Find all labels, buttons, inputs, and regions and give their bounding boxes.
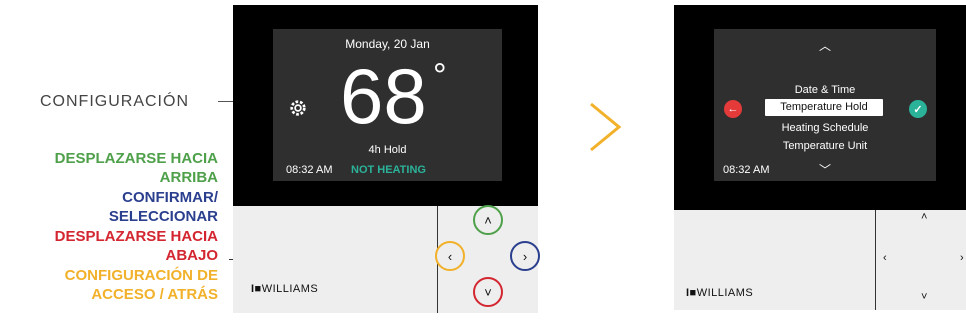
hold-text: 4h Hold xyxy=(368,144,407,156)
up-button[interactable]: ˄ xyxy=(473,205,503,235)
menu-item-date-time[interactable]: Date & Time xyxy=(714,84,936,96)
menu-item-heating-schedule[interactable]: Heating Schedule xyxy=(714,122,936,134)
home-screen: Monday, 20 Jan 68 ° 4h Hold 08:32 AM NOT… xyxy=(273,29,502,181)
brand-logo-2: I■WILLIAMS xyxy=(686,287,754,299)
brand-logo: I■WILLIAMS xyxy=(251,283,319,295)
confirm-icon[interactable]: ✓ xyxy=(909,100,927,118)
up-arrow-icon[interactable]: ˄ xyxy=(921,211,927,223)
temperature-value: 68 xyxy=(340,52,427,140)
right-button[interactable]: › xyxy=(510,241,540,271)
chevron-left-icon: ‹ xyxy=(447,248,453,264)
clock-time: 08:32 AM xyxy=(286,164,333,176)
right-arrow-icon[interactable]: › xyxy=(960,252,964,264)
down-arrow-icon[interactable]: ˅ xyxy=(921,291,927,303)
menu-item-temperature-hold-selected[interactable]: Temperature Hold xyxy=(765,99,883,116)
access-settings-annotation: CONFIGURACIÓN DE ACCESO / ATRÁS xyxy=(64,267,218,303)
degree-symbol: ° xyxy=(433,57,447,95)
scroll-up-annotation: DESPLAZARSE HACIA ARRIBA xyxy=(54,150,218,186)
gear-icon[interactable] xyxy=(289,99,307,117)
scroll-up-icon[interactable]: ︿ xyxy=(714,37,936,54)
menu-screen: ︿ ← Date & Time Temperature Hold Heating… xyxy=(714,29,936,181)
left-arrow-icon[interactable]: ‹ xyxy=(883,252,887,264)
left-button[interactable]: ‹ xyxy=(435,241,465,271)
chevron-up-icon: ˄ xyxy=(484,212,492,228)
next-step-chevron-icon xyxy=(590,102,622,152)
menu-item-temperature-unit[interactable]: Temperature Unit xyxy=(714,140,936,152)
confirm-annotation: CONFIRMAR/ SELECCIONAR xyxy=(108,189,218,225)
scroll-down-annotation: DESPLAZARSE HACIA ABAJO xyxy=(54,228,218,264)
heating-status: NOT HEATING xyxy=(351,164,426,176)
chevron-right-icon: › xyxy=(522,248,528,264)
chevron-down-icon: ˅ xyxy=(484,284,492,300)
panel-divider-2 xyxy=(875,210,876,310)
settings-annotation: CONFIGURACIÓN xyxy=(40,93,189,110)
date-text: Monday, 20 Jan xyxy=(345,37,430,51)
down-button[interactable]: ˅ xyxy=(473,277,503,307)
back-icon[interactable]: ← xyxy=(724,100,742,118)
scroll-down-icon[interactable]: ﹀ xyxy=(714,161,936,178)
